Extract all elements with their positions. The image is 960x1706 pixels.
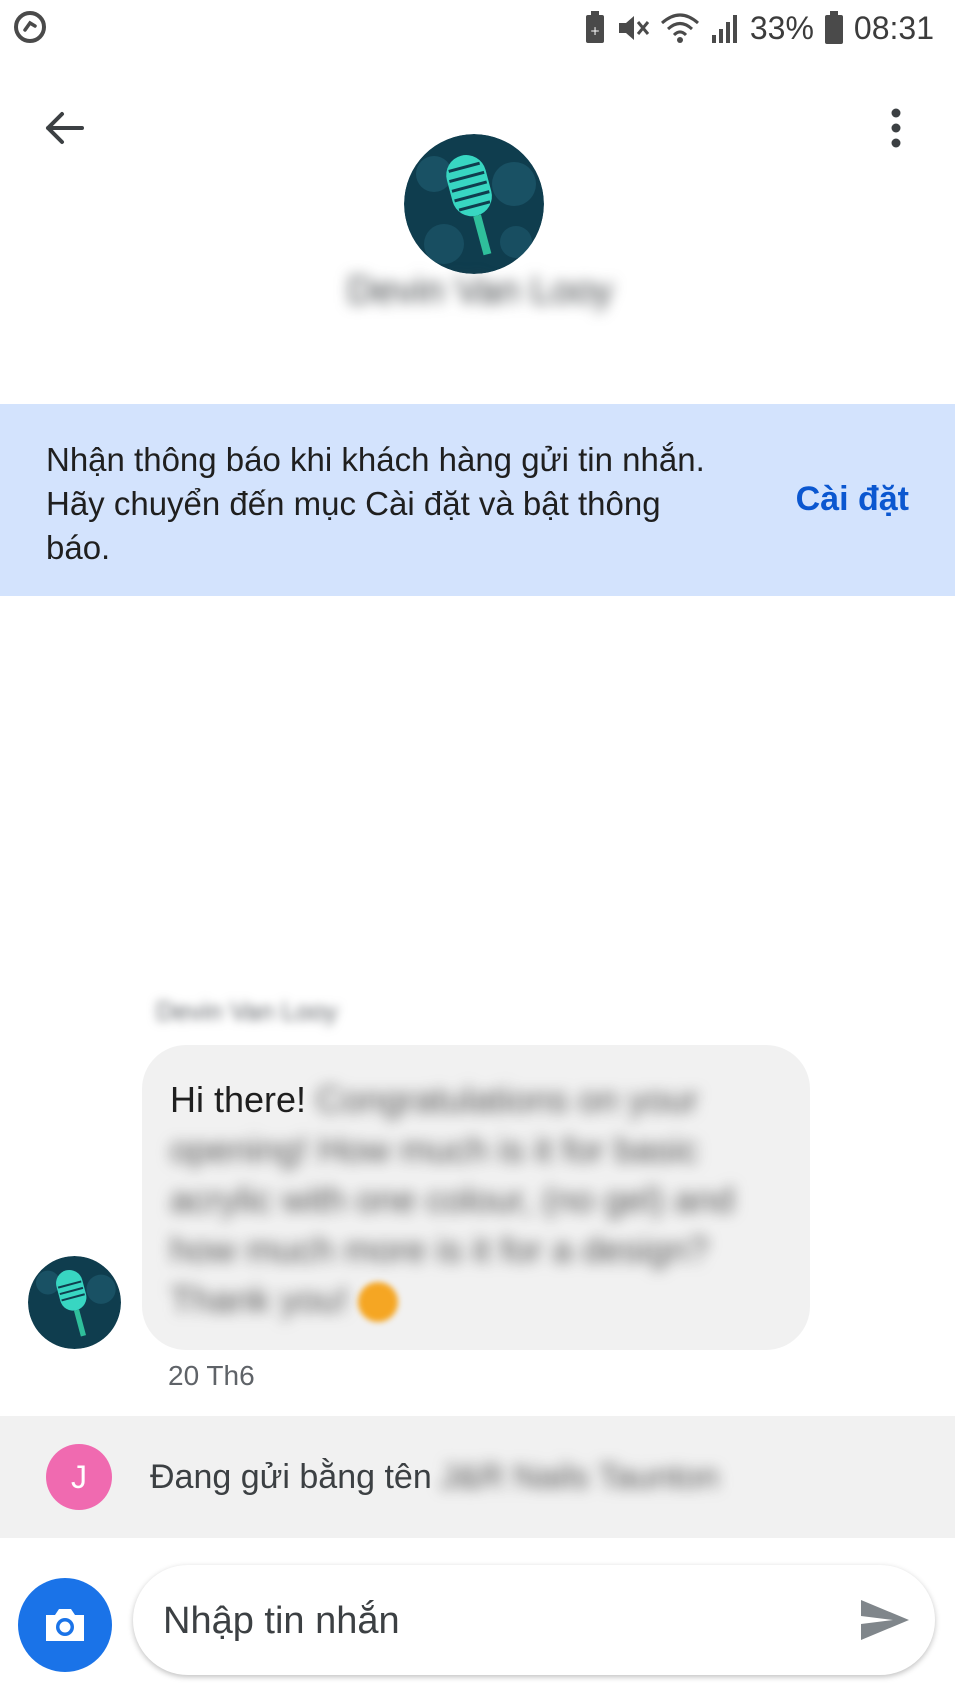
message-bubble[interactable]: Hi there! Congratulations on your openin… (142, 1045, 810, 1350)
more-vert-icon (891, 108, 901, 148)
clock: 08:31 (853, 9, 934, 46)
contact-name: Devin Van Looy (347, 270, 613, 312)
battery-percent: 33% (749, 9, 814, 46)
message-input[interactable] (161, 1565, 825, 1677)
sending-as-label: Đang gửi bằng tên (150, 1458, 432, 1496)
settings-link[interactable]: Cài đặt (796, 480, 909, 519)
sender-name: Devin Van Looy (156, 996, 338, 1026)
mute-icon (618, 16, 650, 40)
sending-as-name: J&R Nails Taunton (439, 1458, 719, 1496)
sending-as-bar[interactable]: J Đang gửi bằng tên J&R Nails Taunton (0, 1416, 955, 1538)
arrow-back-icon (46, 112, 84, 144)
message-avatar[interactable] (28, 1256, 121, 1349)
camera-icon (46, 1609, 84, 1641)
camera-button[interactable] (18, 1578, 112, 1672)
back-button[interactable] (36, 100, 92, 156)
app-notification-icon (14, 11, 46, 43)
message-text: Hi there! Congratulations on your openin… (170, 1075, 790, 1325)
smiley-emoji-icon (358, 1282, 399, 1323)
send-button[interactable] (855, 1590, 915, 1650)
status-bar: + 33% 08:31 (0, 0, 960, 58)
contact-avatar[interactable] (404, 134, 544, 274)
notification-banner: Nhận thông báo khi khách hàng gửi tin nh… (0, 404, 955, 596)
battery-saver-icon: + (585, 11, 604, 43)
sending-as-text: Đang gửi bằng tên J&R Nails Taunton (150, 1458, 719, 1497)
message-composer (133, 1565, 935, 1677)
message-visible-text: Hi there! (170, 1079, 307, 1120)
svg-text:+: + (590, 24, 600, 38)
signal-icon (711, 15, 737, 43)
send-icon (861, 1600, 909, 1640)
more-options-button[interactable] (876, 100, 916, 156)
wifi-icon (660, 13, 699, 43)
battery-icon (824, 11, 843, 44)
status-icons: + 33% 08:31 (584, 6, 934, 50)
banner-message: Nhận thông báo khi khách hàng gửi tin nh… (46, 441, 705, 566)
business-avatar: J (46, 1444, 112, 1510)
message-timestamp: 20 Th6 (168, 1360, 255, 1391)
